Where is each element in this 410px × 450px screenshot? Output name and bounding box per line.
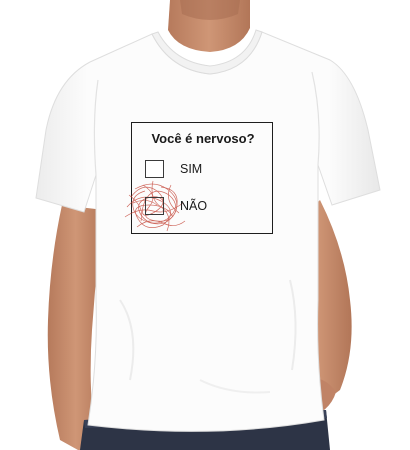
checkbox-sim-unchecked — [145, 160, 164, 178]
product-photo: Você é nervoso? SIM NÃO — [0, 0, 410, 450]
print-question-text: Você é nervoso? — [151, 131, 255, 146]
option-sim: SIM — [145, 160, 265, 180]
checkbox-nao-checked — [145, 197, 164, 215]
option-nao-label: NÃO — [180, 199, 208, 213]
tshirt-print-questionnaire: Você é nervoso? SIM NÃO — [124, 122, 273, 234]
option-nao: NÃO — [124, 180, 265, 232]
option-sim-label: SIM — [180, 162, 203, 176]
